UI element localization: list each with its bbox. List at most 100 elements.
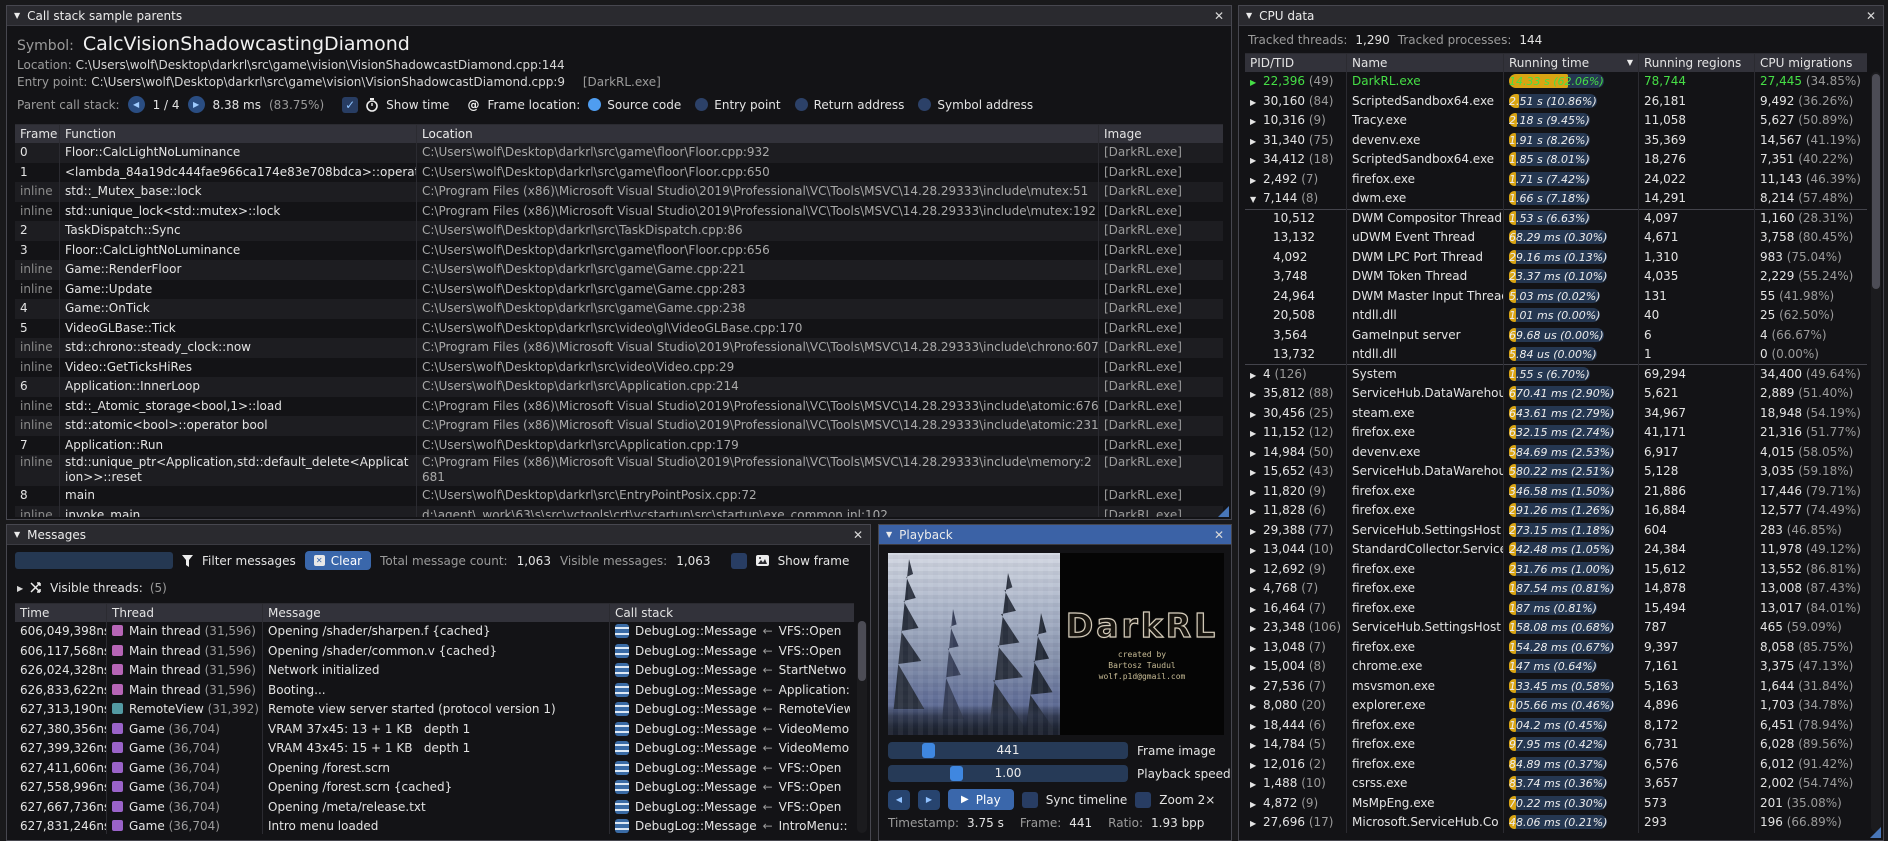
pid-cell[interactable]: ▶10,316 (9) bbox=[1245, 111, 1347, 131]
collapse-icon[interactable]: ▼ bbox=[886, 530, 892, 539]
frame-location-radio[interactable]: Return address bbox=[795, 98, 905, 112]
callstack-row[interactable]: inline std::chrono::steady_clock::now C:… bbox=[15, 338, 1223, 358]
message-callstack[interactable]: DebugLog::Message←VFS::Open bbox=[610, 622, 850, 642]
source-location[interactable]: C:\Users\wolf\Desktop\darkrl\src\game\Ga… bbox=[417, 299, 1099, 319]
cpu-row[interactable]: ▶30,160 (84) ScriptedSandbox64.exe 2.51 … bbox=[1245, 92, 1867, 112]
cpu-row[interactable]: ▶15,652 (43) ServiceHub.DataWarehou 580.… bbox=[1245, 462, 1867, 482]
frame-location-radio[interactable]: Symbol address bbox=[918, 98, 1033, 112]
close-icon[interactable]: ✕ bbox=[1866, 10, 1876, 22]
cpu-row[interactable]: ▶14,784 (5) firefox.exe 97.95 ms (0.42%)… bbox=[1245, 735, 1867, 755]
callstack-row[interactable]: inline std::unique_ptr<Application,std::… bbox=[15, 455, 1223, 486]
cpu-titlebar[interactable]: ▼ CPU data ✕ bbox=[1239, 6, 1883, 26]
expand-icon[interactable]: ▶ bbox=[1250, 619, 1263, 638]
cpu-row[interactable]: ▶8,080 (20) explorer.exe 105.66 ms (0.46… bbox=[1245, 696, 1867, 716]
cpu-row[interactable]: ▶35,812 (88) ServiceHub.DataWarehou 670.… bbox=[1245, 384, 1867, 404]
pid-cell[interactable]: 3,748 bbox=[1245, 267, 1347, 287]
callstack-row[interactable]: 1 <lambda_84a19dc444fae966ca174e83e708bd… bbox=[15, 163, 1223, 183]
pid-cell[interactable]: 4,092 bbox=[1245, 248, 1347, 268]
callstack-row[interactable]: inline std::unique_lock<std::mutex>::loc… bbox=[15, 202, 1223, 222]
pid-cell[interactable]: ▼7,144 (8) bbox=[1245, 189, 1347, 209]
cpu-row[interactable]: ▶10,316 (9) Tracy.exe 2.18 s (9.45%) 11,… bbox=[1245, 111, 1867, 131]
cpu-row[interactable]: ▶11,828 (6) firefox.exe 291.26 ms (1.26%… bbox=[1245, 501, 1867, 521]
frame-image-slider[interactable]: 441 bbox=[888, 742, 1128, 759]
pid-cell[interactable]: ▶18,444 (6) bbox=[1245, 716, 1347, 736]
frame-location-radio[interactable]: Entry point bbox=[695, 98, 780, 112]
col-running-regions[interactable]: Running regions bbox=[1639, 54, 1755, 72]
entry-point-path[interactable]: C:\Users\wolf\Desktop\darkrl\src\game\vi… bbox=[91, 75, 565, 89]
cpu-row[interactable]: 13,132 uDWM Event Thread 68.29 ms (0.30%… bbox=[1245, 228, 1867, 248]
cpu-row[interactable]: 20,508 ntdll.dll 1.01 ms (0.00%) 40 25 (… bbox=[1245, 306, 1867, 326]
callstack-row[interactable]: inline std::_Atomic_storage<bool,1>::loa… bbox=[15, 397, 1223, 417]
message-row[interactable]: 627,313,190ns RemoteView (31,392) Remote… bbox=[15, 700, 854, 720]
cpu-row[interactable]: 10,512 DWM Compositor Thread 1.53 s (6.6… bbox=[1245, 209, 1867, 229]
expand-icon[interactable]: ▶ bbox=[1250, 112, 1263, 131]
cpu-row[interactable]: ▶12,016 (2) firefox.exe 84.89 ms (0.37%)… bbox=[1245, 755, 1867, 775]
callstack-row[interactable]: 2 TaskDispatch::Sync C:\Users\wolf\Deskt… bbox=[15, 221, 1223, 241]
expand-icon[interactable]: ▶ bbox=[1250, 405, 1263, 424]
message-callstack[interactable]: DebugLog::Message←VFS::Open bbox=[610, 642, 850, 662]
expand-icon[interactable]: ▶ bbox=[1250, 658, 1263, 677]
expand-icon[interactable]: ▶ bbox=[1250, 600, 1263, 619]
expand-icon[interactable]: ▶ bbox=[1250, 463, 1263, 482]
callstack-row[interactable]: inline std::atomic<bool>::operator bool … bbox=[15, 416, 1223, 436]
cpu-row[interactable]: ▶12,692 (9) firefox.exe 231.76 ms (1.00%… bbox=[1245, 560, 1867, 580]
show-frame-checkbox[interactable] bbox=[731, 553, 747, 569]
callstack-row[interactable]: 4 Game::OnTick C:\Users\wolf\Desktop\dar… bbox=[15, 299, 1223, 319]
show-time-label[interactable]: Show time bbox=[386, 98, 449, 112]
source-location[interactable]: C:\Users\wolf\Desktop\darkrl\src\game\fl… bbox=[417, 143, 1099, 163]
location-path[interactable]: C:\Users\wolf\Desktop\darkrl\src\game\vi… bbox=[76, 58, 565, 72]
expand-icon[interactable]: ▶ bbox=[1250, 132, 1263, 151]
source-location[interactable]: C:\Users\wolf\Desktop\darkrl\src\Applica… bbox=[417, 436, 1099, 456]
callstack-list-icon[interactable] bbox=[615, 722, 629, 736]
callstack-list-icon[interactable] bbox=[615, 663, 629, 677]
pid-cell[interactable]: 20,508 bbox=[1245, 306, 1347, 326]
expand-icon[interactable]: ▶ bbox=[1250, 775, 1263, 794]
radio-icon[interactable] bbox=[695, 98, 708, 111]
callstack-list-icon[interactable] bbox=[615, 683, 629, 697]
pid-cell[interactable]: ▶11,820 (9) bbox=[1245, 482, 1347, 502]
sort-desc-icon[interactable]: ▼ bbox=[1627, 54, 1633, 72]
cpu-row[interactable]: ▶29,388 (77) ServiceHub.SettingsHost 273… bbox=[1245, 521, 1867, 541]
source-location[interactable]: C:\Users\wolf\Desktop\darkrl\src\EntryPo… bbox=[417, 486, 1099, 506]
pid-cell[interactable]: ▶8,080 (20) bbox=[1245, 696, 1347, 716]
cpu-row[interactable]: ▶2,492 (7) firefox.exe 1.71 s (7.42%) 24… bbox=[1245, 170, 1867, 190]
cpu-row[interactable]: 24,964 DWM Master Input Thread 5.03 ms (… bbox=[1245, 287, 1867, 307]
callstack-list-icon[interactable] bbox=[615, 624, 629, 638]
expand-icon[interactable]: ▶ bbox=[1250, 171, 1263, 190]
message-row[interactable]: 626,024,328ns Main thread (31,596) Netwo… bbox=[15, 661, 854, 681]
source-location[interactable]: C:\Users\wolf\Desktop\darkrl\src\video\g… bbox=[417, 319, 1099, 339]
expand-icon[interactable]: ▶ bbox=[1250, 424, 1263, 443]
frame-location-radio[interactable]: Source code bbox=[588, 98, 681, 112]
message-row[interactable]: 627,667,736ns Game (36,704) Opening /met… bbox=[15, 798, 854, 818]
resize-grip[interactable] bbox=[1218, 506, 1229, 517]
expand-icon[interactable]: ▶ bbox=[1250, 93, 1263, 112]
expand-icon[interactable]: ▶ bbox=[1250, 483, 1263, 502]
pid-cell[interactable]: 10,512 bbox=[1245, 209, 1347, 229]
cpu-row[interactable]: ▶13,048 (7) firefox.exe 154.28 ms (0.67%… bbox=[1245, 638, 1867, 658]
resize-grip[interactable] bbox=[1870, 827, 1881, 838]
expand-icon[interactable]: ▶ bbox=[1250, 385, 1263, 404]
source-location[interactable]: C:\Users\wolf\Desktop\darkrl\src\Applica… bbox=[417, 377, 1099, 397]
callstack-list-icon[interactable] bbox=[615, 761, 629, 775]
step-forward-button[interactable]: ▶ bbox=[918, 790, 940, 810]
source-location[interactable]: d:\agent\_work\63\s\src\vctools\crt\vcst… bbox=[417, 506, 1099, 518]
slider-handle[interactable] bbox=[922, 743, 935, 758]
message-callstack[interactable]: DebugLog::Message←RemoteView bbox=[610, 700, 850, 720]
callstack-list-icon[interactable] bbox=[615, 819, 629, 833]
expand-threads-icon[interactable]: ▶ bbox=[17, 584, 23, 593]
cpu-row[interactable]: ▶14,984 (50) devenv.exe 584.69 ms (2.53%… bbox=[1245, 443, 1867, 463]
cpu-scrollbar[interactable] bbox=[1871, 72, 1881, 832]
scrollbar-thumb[interactable] bbox=[858, 621, 866, 681]
step-back-button[interactable]: ◀ bbox=[888, 790, 910, 810]
callstack-titlebar[interactable]: ▼ Call stack sample parents ✕ bbox=[7, 6, 1231, 26]
col-pid-tid[interactable]: PID/TID bbox=[1245, 54, 1347, 72]
source-location[interactable]: C:\Program Files (x86)\Microsoft Visual … bbox=[417, 455, 1099, 486]
cpu-row[interactable]: ▶27,696 (17) Microsoft.ServiceHub.Co 48.… bbox=[1245, 813, 1867, 833]
pid-cell[interactable]: ▶27,696 (17) bbox=[1245, 813, 1347, 833]
collapse-icon[interactable]: ▼ bbox=[1246, 11, 1252, 20]
expand-icon[interactable]: ▶ bbox=[1250, 522, 1263, 541]
pid-cell[interactable]: ▶34,412 (18) bbox=[1245, 150, 1347, 170]
expand-icon[interactable]: ▶ bbox=[1250, 639, 1263, 658]
cpu-row[interactable]: 13,732 ntdll.dll 5.84 us (0.00%) 1 0 (0.… bbox=[1245, 345, 1867, 365]
pid-cell[interactable]: ▶14,784 (5) bbox=[1245, 735, 1347, 755]
